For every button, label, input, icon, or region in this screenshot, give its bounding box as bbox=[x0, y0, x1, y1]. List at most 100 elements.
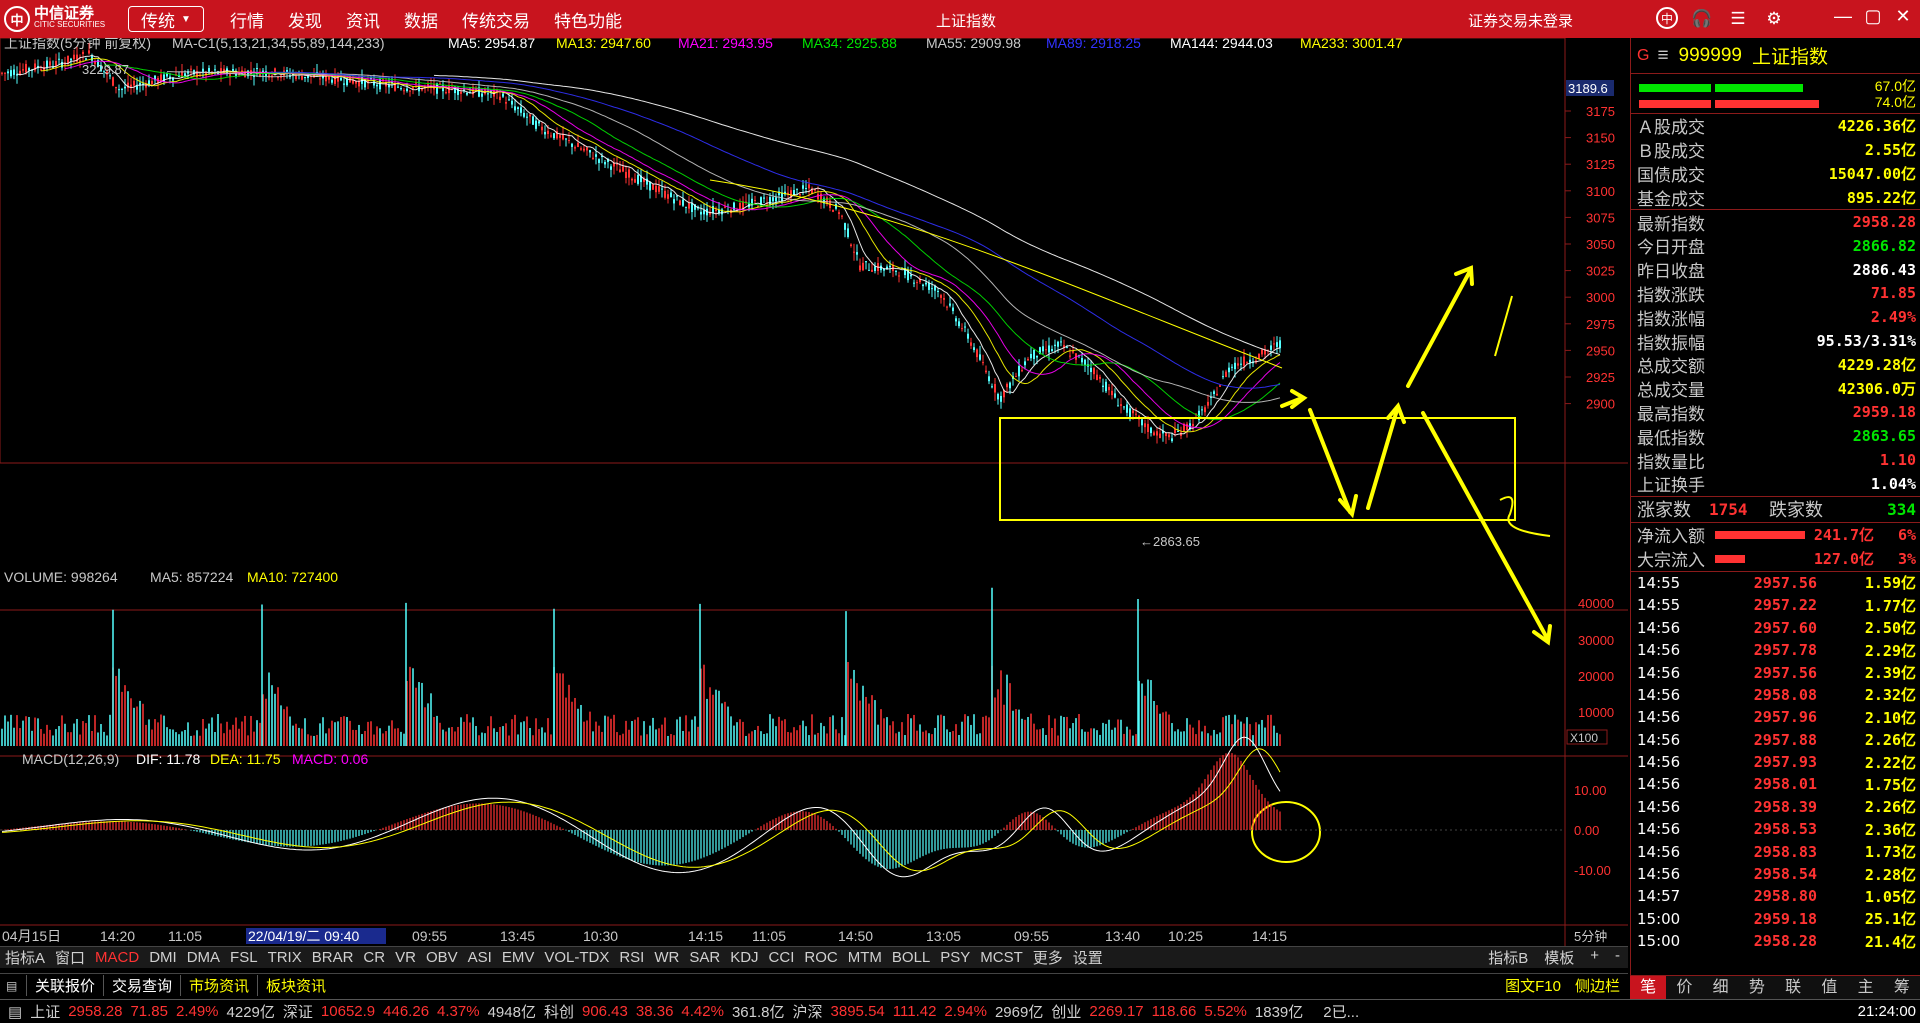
indicator-tab-vol-tdx[interactable]: VOL-TDX bbox=[539, 949, 614, 966]
indicator-tab-roc[interactable]: ROC bbox=[799, 949, 842, 966]
time-label: 11:05 bbox=[168, 928, 202, 944]
indicator-right-2[interactable]: + bbox=[1582, 947, 1607, 968]
tab-related-quotes[interactable]: 关联报价 bbox=[26, 975, 103, 996]
tick-time: 14:56 bbox=[1637, 775, 1681, 794]
tick-row[interactable]: 14:56 2957.96 2.10亿 bbox=[1631, 706, 1920, 728]
indicator-tab-vr[interactable]: VR bbox=[390, 949, 421, 966]
tick-row[interactable]: 14:56 2958.54 2.28亿 bbox=[1631, 863, 1920, 885]
indicator-tab-asi[interactable]: ASI bbox=[463, 949, 497, 966]
nav-news[interactable]: 资讯 bbox=[346, 7, 380, 32]
candle-body bbox=[838, 212, 840, 215]
macd-dea: DEA: 11.75 bbox=[210, 751, 281, 767]
indicator-tab-cr[interactable]: CR bbox=[358, 949, 390, 966]
indicator-tab-dma[interactable]: DMA bbox=[182, 949, 225, 966]
nav-trade[interactable]: 传统交易 bbox=[462, 7, 530, 32]
indicator-tab-macd[interactable]: MACD bbox=[90, 949, 144, 966]
indicator-tab-boll[interactable]: BOLL bbox=[887, 949, 935, 966]
nav-features[interactable]: 特色功能 bbox=[554, 7, 622, 32]
quote-tab-0[interactable]: 笔 bbox=[1630, 976, 1667, 999]
chart-area[interactable]: 上证指数(5分钟 前复权) MA-C1(5,13,21,34,55,89,144… bbox=[0, 38, 1628, 958]
indicator-tab-更多[interactable]: 更多 bbox=[1028, 947, 1068, 968]
quote-tab-1[interactable]: 价 bbox=[1666, 976, 1702, 999]
quote-tab-7[interactable]: 筹 bbox=[1884, 976, 1920, 999]
indicator-tab-psy[interactable]: PSY bbox=[935, 949, 975, 966]
tick-row[interactable]: 14:56 2958.08 2.32亿 bbox=[1631, 684, 1920, 706]
tick-row[interactable]: 14:55 2957.56 1.59亿 bbox=[1631, 572, 1920, 594]
statusbar-menu-icon[interactable]: ▤ bbox=[8, 1003, 22, 1021]
nav-quotes[interactable]: 行情 bbox=[230, 7, 264, 32]
tick-row[interactable]: 14:56 2957.78 2.29亿 bbox=[1631, 639, 1920, 661]
ma-value-1: MA13: 2947.60 bbox=[556, 38, 651, 51]
status-index-name[interactable]: 深证 bbox=[283, 1001, 313, 1022]
logo-circle-icon[interactable]: 中 bbox=[1656, 7, 1678, 29]
indicator-right-0[interactable]: 指标B bbox=[1480, 947, 1536, 968]
index-name: 上证指数 bbox=[1751, 47, 1828, 68]
g-icon[interactable]: G bbox=[1637, 47, 1649, 65]
list-icon[interactable]: ☰ bbox=[1726, 7, 1750, 31]
volume-unit: X100 bbox=[1570, 731, 1598, 745]
quote-panel-tabs: 笔价细势联值主筹 bbox=[1630, 975, 1920, 999]
quote-tab-3[interactable]: 势 bbox=[1739, 976, 1775, 999]
maximize-button[interactable]: ▢ bbox=[1858, 6, 1888, 27]
quote-tab-6[interactable]: 主 bbox=[1848, 976, 1884, 999]
quote-tab-2[interactable]: 细 bbox=[1703, 976, 1739, 999]
close-button[interactable]: ✕ bbox=[1888, 6, 1918, 27]
mode-select[interactable]: 传统 ▼ bbox=[128, 6, 204, 32]
gear-icon[interactable]: ⚙ bbox=[1762, 7, 1786, 31]
menu-icon[interactable]: ≡ bbox=[1657, 45, 1668, 67]
indicator-tab-emv[interactable]: EMV bbox=[497, 949, 540, 966]
status-index-name[interactable]: 科创 bbox=[544, 1001, 574, 1022]
indicator-tab-mtm[interactable]: MTM bbox=[843, 949, 887, 966]
status-index-name[interactable]: 沪深 bbox=[793, 1001, 823, 1022]
headset-icon[interactable]: 🎧 bbox=[1690, 7, 1714, 31]
quote-tab-4[interactable]: 联 bbox=[1775, 976, 1811, 999]
indicator-tab-rsi[interactable]: RSI bbox=[614, 949, 649, 966]
tick-row[interactable]: 14:56 2957.60 2.50亿 bbox=[1631, 617, 1920, 639]
tick-row[interactable]: 14:56 2957.93 2.22亿 bbox=[1631, 751, 1920, 773]
tab-trade-query[interactable]: 交易查询 bbox=[103, 975, 180, 996]
tick-row[interactable]: 14:55 2957.22 1.77亿 bbox=[1631, 594, 1920, 616]
tick-row[interactable]: 14:56 2957.56 2.39亿 bbox=[1631, 661, 1920, 683]
tick-row[interactable]: 14:56 2958.01 1.75亿 bbox=[1631, 773, 1920, 795]
indicator-tab-mcst[interactable]: MCST bbox=[975, 949, 1028, 966]
status-index-name[interactable]: 上证 bbox=[30, 1001, 60, 1022]
menu-icon[interactable]: ▤ bbox=[6, 979, 26, 993]
tick-row[interactable]: 15:00 2958.28 21.4亿 bbox=[1631, 930, 1920, 952]
indicator-tab-wr[interactable]: WR bbox=[649, 949, 684, 966]
indicator-tab-sar[interactable]: SAR bbox=[684, 949, 725, 966]
sidebar-button[interactable]: 侧边栏 bbox=[1575, 975, 1620, 996]
time-label: 09:55 bbox=[1014, 928, 1049, 944]
indicator-tab-obv[interactable]: OBV bbox=[421, 949, 463, 966]
minimize-button[interactable]: — bbox=[1828, 6, 1858, 27]
login-status[interactable]: 证券交易未登录 bbox=[1468, 10, 1573, 31]
indicator-tab-fsl[interactable]: FSL bbox=[225, 949, 263, 966]
indicator-tab-trix[interactable]: TRIX bbox=[263, 949, 307, 966]
tick-row[interactable]: 14:57 2958.80 1.05亿 bbox=[1631, 885, 1920, 907]
indicator-right-3[interactable]: - bbox=[1607, 947, 1628, 968]
nav-discover[interactable]: 发现 bbox=[288, 7, 322, 32]
nav-data[interactable]: 数据 bbox=[404, 7, 438, 32]
f10-button[interactable]: 图文F10 bbox=[1505, 975, 1561, 996]
status-index-value: 4.37% bbox=[437, 1003, 480, 1020]
chart-canvas[interactable]: 上证指数(5分钟 前复权) MA-C1(5,13,21,34,55,89,144… bbox=[0, 38, 1628, 946]
indicator-right-1[interactable]: 模板 bbox=[1536, 947, 1582, 968]
tick-row[interactable]: 14:56 2958.39 2.26亿 bbox=[1631, 796, 1920, 818]
indicator-tab-cci[interactable]: CCI bbox=[764, 949, 800, 966]
tab-market-news[interactable]: 市场资讯 bbox=[180, 975, 257, 996]
indicator-tab-指标a[interactable]: 指标A bbox=[0, 947, 50, 968]
indicator-tab-dmi[interactable]: DMI bbox=[144, 949, 182, 966]
quote-tab-5[interactable]: 值 bbox=[1811, 976, 1847, 999]
tick-row[interactable]: 15:00 2959.18 25.1亿 bbox=[1631, 908, 1920, 930]
tab-sector-news[interactable]: 板块资讯 bbox=[257, 975, 334, 996]
indicator-tab-窗口[interactable]: 窗口 bbox=[50, 947, 90, 968]
tick-row[interactable]: 14:56 2957.88 2.26亿 bbox=[1631, 728, 1920, 750]
indicator-tab-设置[interactable]: 设置 bbox=[1068, 947, 1108, 968]
status-extra[interactable]: 2已... bbox=[1323, 1001, 1359, 1022]
stat-row: 指数涨跌 71.85 bbox=[1631, 282, 1920, 306]
tick-row[interactable]: 14:56 2958.83 1.73亿 bbox=[1631, 840, 1920, 862]
indicator-tab-kdj[interactable]: KDJ bbox=[725, 949, 763, 966]
tick-row[interactable]: 14:56 2958.53 2.36亿 bbox=[1631, 818, 1920, 840]
status-index-name[interactable]: 创业 bbox=[1051, 1001, 1081, 1022]
stat-row-label: 上证换手 bbox=[1637, 476, 1705, 497]
indicator-tab-brar[interactable]: BRAR bbox=[307, 949, 359, 966]
